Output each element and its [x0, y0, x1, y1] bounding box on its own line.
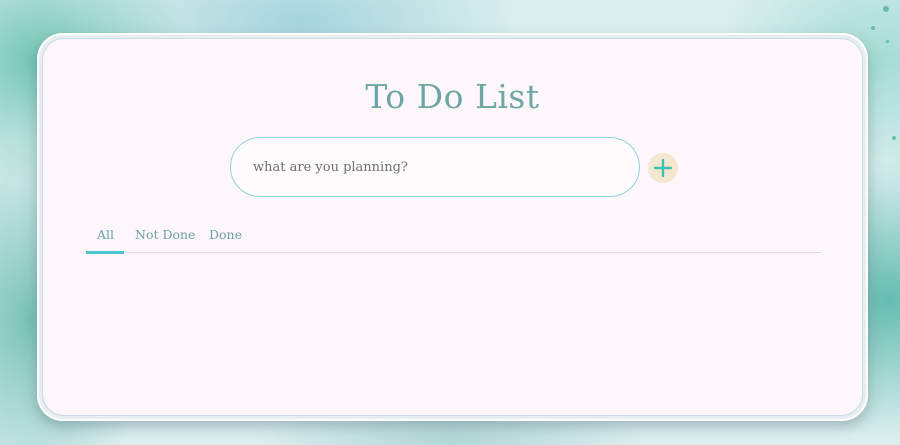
todo-card-frame: To Do List All Not Done Done [37, 33, 868, 421]
filter-tabs: All Not Done Done [86, 217, 821, 254]
tab-all[interactable]: All [97, 227, 114, 242]
task-input[interactable] [230, 137, 640, 197]
add-task-button[interactable] [648, 153, 678, 183]
paint-splash [883, 6, 889, 12]
active-tab-indicator [86, 251, 124, 254]
tab-done[interactable]: Done [209, 227, 242, 242]
plus-icon [653, 158, 673, 178]
paint-splash [871, 26, 875, 30]
paint-splash [892, 136, 896, 140]
paint-splash [886, 40, 889, 43]
tab-not-done[interactable]: Not Done [135, 227, 195, 242]
todo-card: To Do List All Not Done Done [42, 38, 863, 416]
page-title: To Do List [365, 77, 540, 116]
